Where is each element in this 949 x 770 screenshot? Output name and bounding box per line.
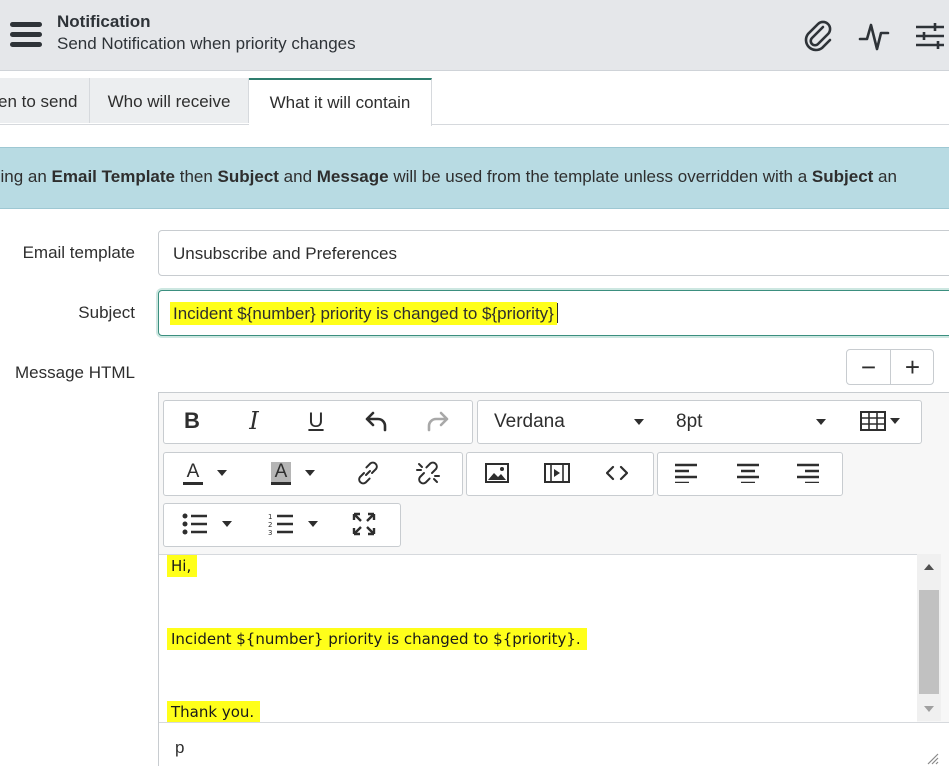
resize-handle-icon[interactable]: [925, 751, 939, 770]
info-banner: sing an Email Template then Subject and …: [0, 147, 949, 209]
menu-icon[interactable]: [10, 22, 42, 48]
fullscreen-icon[interactable]: [340, 504, 388, 544]
editor-scrollbar[interactable]: [917, 554, 941, 721]
content-line-greeting: Hi,: [167, 555, 198, 577]
align-center-icon[interactable]: [724, 453, 772, 493]
toolbar-group-align: [657, 452, 843, 496]
collapse-editor-button[interactable]: −: [847, 350, 890, 384]
underline-icon[interactable]: U: [292, 401, 340, 441]
content-line-signoff: Thank you.: [167, 701, 261, 722]
bold-icon[interactable]: B: [168, 401, 216, 441]
scroll-thumb[interactable]: [919, 590, 939, 694]
svg-text:3: 3: [268, 529, 272, 535]
svg-text:1: 1: [268, 513, 272, 521]
info-banner-text: sing an Email Template then Subject and …: [0, 167, 897, 186]
toolbar-group-color-link: A A: [163, 452, 463, 496]
tab-what-it-will-contain[interactable]: What it will contain: [249, 78, 432, 126]
link-icon[interactable]: [344, 453, 392, 493]
toolbar-group-font: Verdana 8pt: [477, 400, 922, 444]
image-icon[interactable]: [473, 453, 521, 493]
unlink-icon[interactable]: [404, 453, 452, 493]
form-header: Notification Send Notification when prio…: [0, 0, 949, 71]
video-icon[interactable]: [533, 453, 581, 493]
element-path[interactable]: p: [175, 738, 184, 758]
align-left-icon[interactable]: [662, 453, 710, 493]
tab-when-to-send[interactable]: en to send: [0, 78, 90, 123]
font-size-select[interactable]: 8pt: [660, 401, 836, 441]
undo-icon[interactable]: [352, 401, 400, 441]
source-code-icon[interactable]: [593, 453, 641, 493]
subject-input[interactable]: Incident ${number} priority is changed t…: [158, 290, 949, 336]
scroll-up-icon[interactable]: [924, 564, 934, 570]
italic-icon[interactable]: I: [230, 401, 278, 441]
chevron-down-icon: [816, 419, 826, 425]
activity-icon[interactable]: [854, 16, 894, 56]
toolbar-group-format: B I U: [163, 400, 473, 444]
content-line-message: Incident ${number} priority is changed t…: [167, 628, 587, 650]
text-color-icon[interactable]: A: [172, 453, 238, 493]
message-html-label: Message HTML: [15, 363, 135, 382]
toolbar-group-insert: [466, 452, 654, 496]
background-color-icon[interactable]: A: [260, 453, 326, 493]
svg-text:2: 2: [268, 521, 272, 529]
expand-editor-button[interactable]: +: [891, 350, 934, 384]
tab-who-will-receive[interactable]: Who will receive: [90, 78, 249, 123]
font-family-select[interactable]: Verdana: [478, 401, 654, 441]
subject-value: Incident ${number} priority is changed t…: [170, 302, 557, 325]
align-right-icon[interactable]: [784, 453, 832, 493]
email-template-value: Unsubscribe and Preferences: [173, 244, 397, 263]
font-family-value: Verdana: [494, 411, 565, 432]
subject-label: Subject: [78, 303, 135, 322]
email-template-field[interactable]: Unsubscribe and Preferences: [158, 230, 949, 276]
editor-zoom-group: − +: [846, 349, 934, 385]
section-tabs: en to send Who will receive What it will…: [0, 78, 949, 126]
paperclip-icon[interactable]: [798, 16, 838, 56]
html-editor: B I U Verdana 8pt A A 1 2 3 Hi, Incident…: [158, 392, 949, 767]
redo-icon[interactable]: [414, 401, 462, 441]
bullet-list-icon[interactable]: [174, 504, 240, 544]
email-template-label: Email template: [22, 243, 135, 262]
scroll-down-icon[interactable]: [924, 706, 934, 712]
numbered-list-icon[interactable]: 123: [260, 504, 326, 544]
chevron-down-icon: [634, 419, 644, 425]
text-cursor: [556, 303, 558, 323]
editor-content[interactable]: Hi, Incident ${number} priority is chang…: [159, 554, 917, 722]
editor-statusbar: p: [159, 722, 949, 767]
settings-sliders-icon[interactable]: [910, 16, 949, 56]
header-title: Notification: [57, 12, 151, 31]
font-size-value: 8pt: [676, 411, 703, 432]
header-subtitle: Send Notification when priority changes: [57, 34, 356, 53]
toolbar-group-lists: 123: [163, 503, 401, 547]
table-icon[interactable]: [850, 401, 910, 441]
